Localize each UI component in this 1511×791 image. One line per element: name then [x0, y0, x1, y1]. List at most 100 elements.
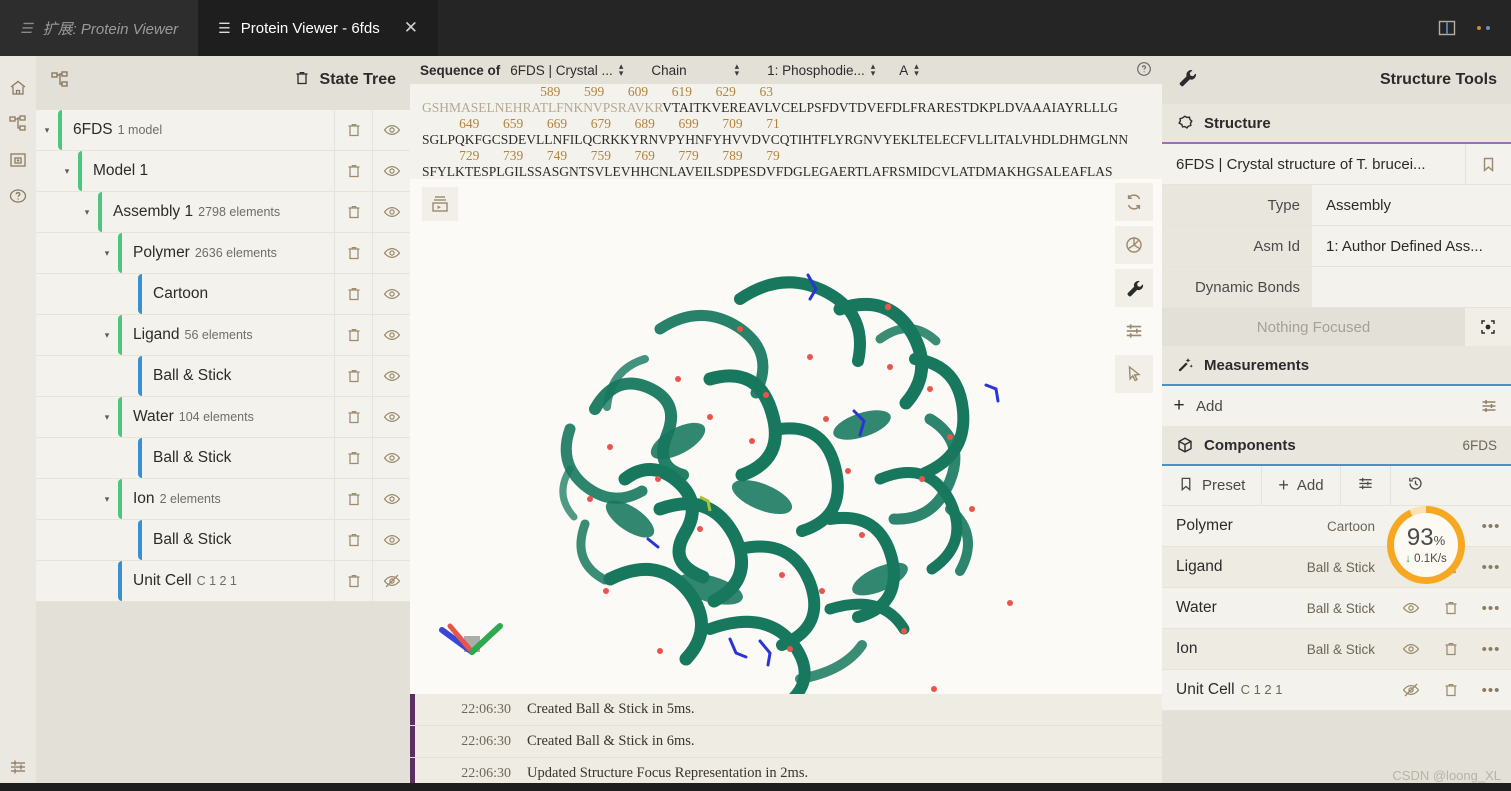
eye-icon[interactable] — [1391, 588, 1431, 629]
trash-icon[interactable] — [1431, 588, 1471, 629]
eye-icon[interactable] — [372, 355, 410, 397]
trash-icon[interactable] — [334, 437, 372, 479]
tree-row[interactable]: ▾ Model 1 — [36, 150, 410, 192]
tree-row[interactable]: Ball & Stick — [36, 437, 410, 479]
help-circle-icon[interactable] — [1136, 61, 1152, 80]
focus-target-icon[interactable] — [1465, 308, 1511, 346]
trash-icon[interactable] — [334, 191, 372, 233]
chevron-down-icon[interactable]: ▾ — [56, 166, 78, 177]
tab-protein-viewer-6fds[interactable]: ☰ Protein Viewer - 6fds ✕ — [198, 0, 438, 56]
tree-row[interactable]: Cartoon — [36, 273, 410, 315]
save-icon[interactable] — [3, 142, 33, 178]
settings-sliders-icon[interactable] — [1115, 312, 1153, 350]
entity-kind-select[interactable]: Chain ▴ ▾ — [651, 62, 739, 78]
eye-icon[interactable] — [372, 232, 410, 274]
screenshot-icon[interactable] — [1115, 226, 1153, 264]
tree-row[interactable]: Ball & Stick — [36, 519, 410, 561]
components-section-header[interactable]: Components 6FDS — [1162, 426, 1511, 464]
tree-icon[interactable] — [50, 70, 70, 90]
component-row[interactable]: Water Ball & Stick ••• — [1162, 588, 1511, 629]
trash-icon[interactable] — [334, 519, 372, 561]
structure-select[interactable]: 6FDS | Crystal ... ▴ ▾ — [510, 62, 623, 78]
tab-extension-protein-viewer[interactable]: ☰ 扩展: Protein Viewer — [0, 0, 199, 56]
tree-row[interactable]: ▾ 6FDS 1 model — [36, 109, 410, 151]
trash-icon[interactable] — [334, 478, 372, 520]
sequence-residues[interactable]: SFYLKTESPLGILSSASGNTSVLEVHHCNLAVEILSDPES… — [410, 164, 1162, 179]
trash-icon[interactable] — [334, 355, 372, 397]
sequence-residues[interactable]: GSHMASELNEHRATLFNKNVPSRAVKRVTAITKVEREAVL… — [410, 100, 1162, 116]
settings-icon[interactable] — [0, 757, 36, 777]
structure-field-row[interactable]: Type Assembly — [1162, 185, 1511, 226]
preset-button[interactable]: Preset — [1162, 465, 1263, 506]
eye-icon[interactable] — [1391, 629, 1431, 670]
structure-field-row[interactable]: Asm Id 1: Author Defined Ass... — [1162, 226, 1511, 267]
structure-field-row[interactable]: Dynamic Bonds✕ Off — [1162, 267, 1511, 308]
add-measurement-row[interactable]: + Add — [1162, 386, 1511, 426]
trash-icon[interactable] — [334, 314, 372, 356]
eye-icon[interactable] — [372, 273, 410, 315]
trash-icon[interactable] — [334, 560, 372, 602]
component-history-button[interactable] — [1391, 466, 1440, 506]
download-progress-widget[interactable]: 93% ↓ 0.1K/s — [1387, 506, 1465, 584]
component-options-button[interactable] — [1341, 465, 1391, 506]
component-row[interactable]: Ion Ball & Stick ••• — [1162, 629, 1511, 670]
expand-sequence-icon[interactable] — [422, 187, 458, 221]
log-panel[interactable]: 22:06:30 Created Ball & Stick in 5ms. 22:0… — [410, 694, 1162, 791]
chevron-down-icon[interactable]: ▾ — [96, 412, 118, 423]
tree-row[interactable]: Unit Cell C 1 2 1 — [36, 560, 410, 602]
tree-row[interactable]: ▾ Water 104 elements — [36, 396, 410, 438]
trash-icon[interactable] — [334, 150, 372, 192]
trash-icon[interactable] — [1431, 629, 1471, 670]
more-options-icon[interactable]: ••• — [1471, 506, 1511, 547]
chain-select[interactable]: A ▴ ▾ — [899, 62, 919, 78]
chevron-down-icon[interactable]: ▾ — [96, 494, 118, 505]
tree-row[interactable]: ▾ Assembly 1 2798 elements — [36, 191, 410, 233]
measurements-section-header[interactable]: Measurements — [1162, 346, 1511, 384]
trash-icon[interactable] — [334, 273, 372, 315]
eye-icon[interactable] — [372, 478, 410, 520]
ellipsis-icon[interactable] — [1473, 24, 1495, 32]
eye-icon[interactable] — [372, 437, 410, 479]
trash-icon[interactable] — [334, 232, 372, 274]
bookmark-icon[interactable] — [1465, 144, 1511, 184]
tree-row[interactable]: ▾ Ion 2 elements — [36, 478, 410, 520]
split-editor-icon[interactable] — [1437, 18, 1457, 38]
wrench-tools-icon[interactable] — [1115, 269, 1153, 307]
more-options-icon[interactable]: ••• — [1471, 588, 1511, 629]
home-icon[interactable] — [3, 70, 33, 106]
tree-row[interactable]: Ball & Stick — [36, 355, 410, 397]
eye-icon[interactable] — [372, 314, 410, 356]
options-sliders-icon[interactable] — [1467, 397, 1511, 415]
sequence-residues[interactable]: SGLPQKFGCSDEVLLNFILQCRKKYRNVPYHNFYHVVDVC… — [410, 132, 1162, 148]
add-component-button[interactable]: + Add — [1262, 465, 1341, 506]
more-options-icon[interactable]: ••• — [1471, 670, 1511, 711]
close-icon[interactable]: ✕ — [404, 18, 418, 38]
eye-off-icon[interactable] — [372, 560, 410, 602]
structure-name-row[interactable]: 6FDS | Crystal structure of T. brucei... — [1162, 144, 1511, 185]
reset-camera-icon[interactable] — [1115, 183, 1153, 221]
eye-icon[interactable] — [372, 396, 410, 438]
select-cursor-icon[interactable] — [1115, 355, 1153, 393]
trash-icon[interactable] — [334, 109, 372, 151]
tree-row[interactable]: ▾ Polymer 2636 elements — [36, 232, 410, 274]
more-options-icon[interactable]: ••• — [1471, 547, 1511, 588]
trash-icon[interactable] — [334, 396, 372, 438]
eye-icon[interactable] — [372, 519, 410, 561]
eye-icon[interactable] — [372, 191, 410, 233]
chevron-down-icon[interactable]: ▾ — [96, 330, 118, 341]
eye-off-icon[interactable] — [1391, 670, 1431, 711]
sequence-body[interactable]: 589 599 609 619 629 63 GSHMASELNEHRATLFNK… — [410, 84, 1162, 179]
eye-icon[interactable] — [372, 109, 410, 151]
tree-row[interactable]: ▾ Ligand 56 elements — [36, 314, 410, 356]
trash-icon[interactable] — [294, 70, 310, 91]
molecular-viewport[interactable] — [410, 179, 1162, 694]
chevron-down-icon[interactable]: ▾ — [36, 125, 58, 136]
chevron-down-icon[interactable]: ▾ — [76, 207, 98, 218]
structure-section-header[interactable]: Structure — [1162, 104, 1511, 142]
chevron-down-icon[interactable]: ▾ — [96, 248, 118, 259]
component-row[interactable]: Unit Cell C 1 2 1 ••• — [1162, 670, 1511, 711]
more-options-icon[interactable]: ••• — [1471, 629, 1511, 670]
entity-select[interactable]: 1: Phosphodie... ▴ ▾ — [767, 62, 875, 78]
eye-icon[interactable] — [372, 150, 410, 192]
trash-icon[interactable] — [1431, 670, 1471, 711]
